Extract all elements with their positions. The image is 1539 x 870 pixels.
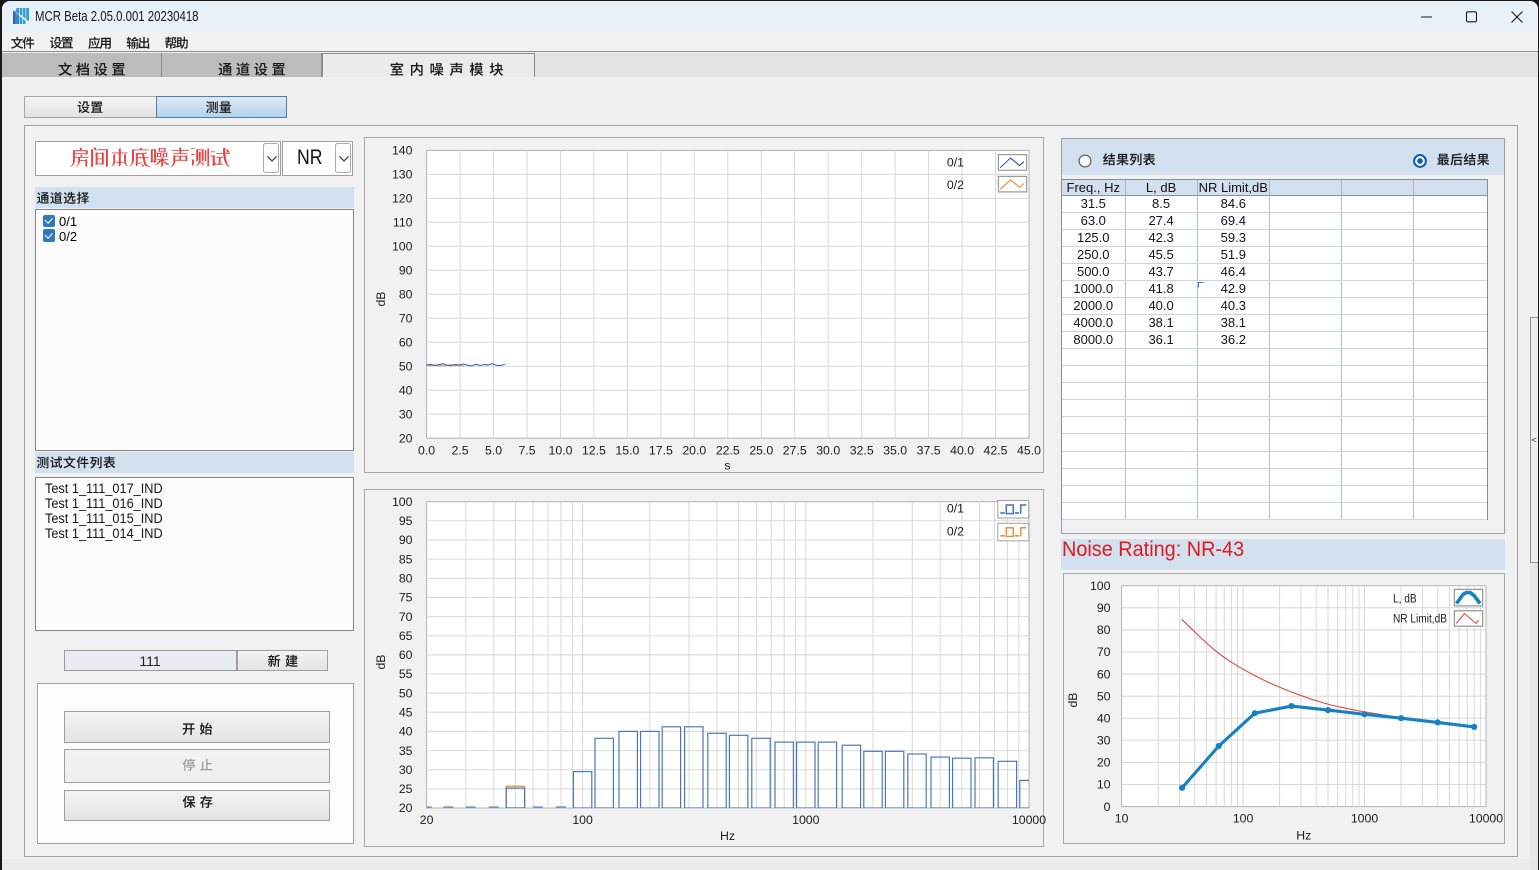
svg-text:50: 50 bbox=[398, 686, 412, 700]
svg-text:90: 90 bbox=[398, 264, 412, 278]
svg-text:37.5: 37.5 bbox=[916, 444, 940, 458]
svg-text:Hz: Hz bbox=[719, 829, 734, 843]
svg-text:10.0: 10.0 bbox=[548, 444, 572, 458]
svg-text:70: 70 bbox=[1096, 645, 1110, 659]
svg-text:70: 70 bbox=[398, 610, 412, 624]
svg-text:100: 100 bbox=[1089, 579, 1110, 593]
svg-text:20: 20 bbox=[398, 431, 412, 445]
svg-text:0/2: 0/2 bbox=[946, 524, 963, 538]
svg-text:NR Limit,dB: NR Limit,dB bbox=[1393, 612, 1447, 626]
svg-text:10: 10 bbox=[1096, 778, 1110, 792]
svg-text:60: 60 bbox=[398, 335, 412, 349]
svg-text:100: 100 bbox=[1232, 812, 1253, 826]
svg-text:32.5: 32.5 bbox=[849, 444, 873, 458]
svg-text:s: s bbox=[724, 459, 730, 473]
svg-text:15.0: 15.0 bbox=[615, 444, 639, 458]
svg-text:40: 40 bbox=[1096, 711, 1110, 725]
svg-text:42.5: 42.5 bbox=[983, 444, 1007, 458]
svg-text:90: 90 bbox=[1096, 601, 1110, 615]
svg-text:17.5: 17.5 bbox=[648, 444, 672, 458]
svg-text:30: 30 bbox=[398, 407, 412, 421]
svg-text:5.0: 5.0 bbox=[484, 444, 501, 458]
svg-text:35.0: 35.0 bbox=[883, 444, 907, 458]
svg-text:0/2: 0/2 bbox=[946, 178, 963, 192]
svg-text:45: 45 bbox=[398, 706, 412, 720]
svg-text:45.0: 45.0 bbox=[1017, 444, 1041, 458]
svg-text:25: 25 bbox=[398, 782, 412, 796]
svg-text:dB: dB bbox=[374, 654, 388, 669]
svg-text:dB: dB bbox=[374, 291, 388, 306]
svg-text:0: 0 bbox=[1103, 800, 1110, 814]
svg-text:65: 65 bbox=[398, 629, 412, 643]
svg-text:75: 75 bbox=[398, 591, 412, 605]
svg-text:130: 130 bbox=[391, 168, 412, 182]
svg-text:60: 60 bbox=[1096, 667, 1110, 681]
svg-text:110: 110 bbox=[392, 216, 412, 230]
svg-text:25.0: 25.0 bbox=[749, 444, 773, 458]
svg-text:2.5: 2.5 bbox=[451, 444, 468, 458]
svg-text:100: 100 bbox=[391, 240, 412, 254]
svg-text:L, dB: L, dB bbox=[1393, 592, 1417, 606]
svg-text:20: 20 bbox=[1096, 756, 1110, 770]
svg-text:20: 20 bbox=[419, 813, 433, 827]
svg-text:50: 50 bbox=[398, 359, 412, 373]
svg-text:100: 100 bbox=[572, 813, 593, 827]
svg-text:20: 20 bbox=[398, 801, 412, 815]
svg-text:80: 80 bbox=[398, 572, 412, 586]
svg-text:35: 35 bbox=[398, 744, 412, 758]
svg-text:Hz: Hz bbox=[1296, 829, 1311, 843]
svg-text:70: 70 bbox=[398, 311, 412, 325]
svg-text:10000: 10000 bbox=[1468, 812, 1502, 826]
svg-text:100: 100 bbox=[391, 495, 412, 509]
svg-text:1000: 1000 bbox=[792, 813, 820, 827]
svg-text:0/1: 0/1 bbox=[946, 156, 963, 170]
svg-text:120: 120 bbox=[391, 192, 412, 206]
svg-text:95: 95 bbox=[398, 514, 412, 528]
svg-text:50: 50 bbox=[1096, 689, 1110, 703]
svg-text:40: 40 bbox=[398, 383, 412, 397]
svg-text:10000: 10000 bbox=[1011, 813, 1045, 827]
svg-text:20.0: 20.0 bbox=[682, 444, 706, 458]
svg-text:22.5: 22.5 bbox=[715, 444, 739, 458]
svg-text:1000: 1000 bbox=[1350, 812, 1378, 826]
svg-text:dB: dB bbox=[1066, 692, 1080, 707]
svg-text:60: 60 bbox=[398, 648, 412, 662]
svg-text:0/1: 0/1 bbox=[946, 502, 963, 516]
svg-text:40.0: 40.0 bbox=[950, 444, 974, 458]
svg-text:0.0: 0.0 bbox=[418, 444, 435, 458]
svg-text:30: 30 bbox=[1096, 734, 1110, 748]
svg-text:10: 10 bbox=[1114, 812, 1128, 826]
svg-text:30.0: 30.0 bbox=[816, 444, 840, 458]
svg-text:7.5: 7.5 bbox=[518, 444, 535, 458]
svg-text:30: 30 bbox=[398, 763, 412, 777]
svg-text:80: 80 bbox=[398, 287, 412, 301]
svg-text:85: 85 bbox=[398, 552, 412, 566]
svg-text:12.5: 12.5 bbox=[581, 444, 605, 458]
svg-text:27.5: 27.5 bbox=[782, 444, 806, 458]
svg-text:55: 55 bbox=[398, 667, 412, 681]
svg-text:90: 90 bbox=[398, 533, 412, 547]
svg-text:140: 140 bbox=[391, 144, 412, 158]
svg-text:80: 80 bbox=[1096, 623, 1110, 637]
svg-text:40: 40 bbox=[398, 725, 412, 739]
